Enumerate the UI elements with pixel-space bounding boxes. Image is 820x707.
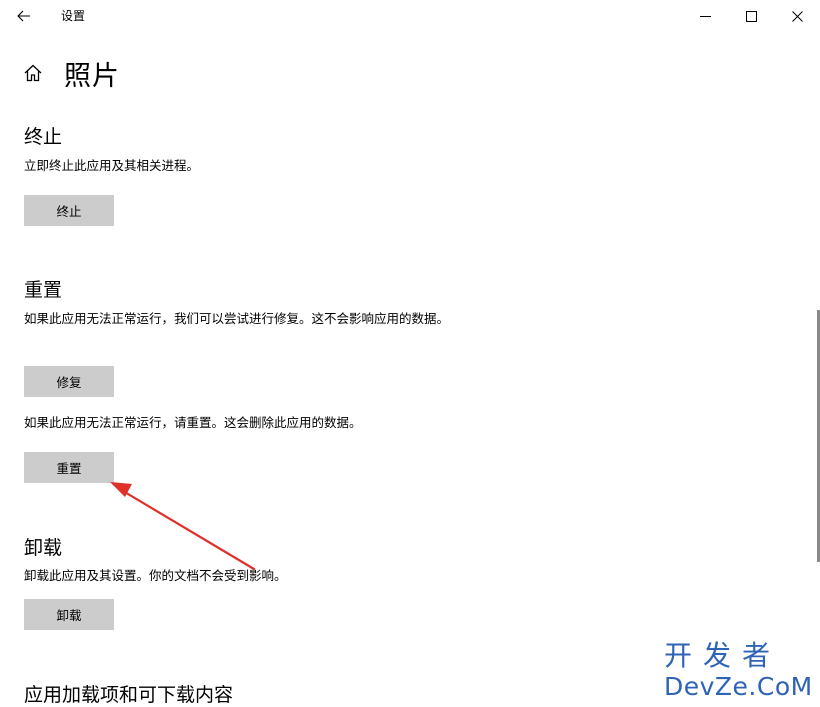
annotation-arrow-shaft	[121, 489, 256, 571]
reset-description: 如果此应用无法正常运行，请重置。这会删除此应用的数据。	[24, 415, 362, 430]
watermark-line1: 开发者	[664, 639, 782, 672]
uninstall-button[interactable]: 卸载	[24, 599, 114, 630]
title-bar: 设置	[0, 0, 820, 32]
reset-button[interactable]: 重置	[24, 452, 114, 483]
maximize-button[interactable]	[728, 0, 774, 32]
window-title: 设置	[61, 9, 86, 23]
annotation-arrow-head	[110, 482, 132, 497]
page-header: 照片	[22, 55, 120, 92]
minimize-button[interactable]	[682, 0, 728, 32]
annotation-arrow	[110, 482, 256, 571]
uninstall-description: 卸载此应用及其设置。你的文档不会受到影响。	[24, 568, 287, 583]
minimize-icon	[699, 15, 711, 17]
page-title: 照片	[64, 60, 120, 92]
home-button[interactable]	[22, 62, 44, 84]
home-icon	[24, 64, 42, 82]
close-icon	[791, 10, 803, 22]
terminate-section-title: 终止	[24, 126, 63, 148]
repair-button[interactable]: 修复	[24, 366, 114, 397]
terminate-description: 立即终止此应用及其相关进程。	[24, 158, 200, 173]
back-button[interactable]	[8, 2, 40, 30]
uninstall-section-title: 卸载	[24, 537, 63, 559]
watermark: 开发者 DevZe.CoM	[664, 640, 814, 702]
arrow-left-icon	[17, 10, 30, 22]
addons-section-title: 应用加载项和可下载内容	[24, 684, 234, 706]
close-button[interactable]	[774, 0, 820, 32]
terminate-button[interactable]: 终止	[24, 195, 114, 226]
repair-description: 如果此应用无法正常运行，我们可以尝试进行修复。这不会影响应用的数据。	[24, 311, 450, 326]
reset-section-title: 重置	[24, 279, 63, 301]
maximize-icon	[745, 10, 757, 22]
watermark-line2: DevZe.CoM	[664, 672, 813, 701]
